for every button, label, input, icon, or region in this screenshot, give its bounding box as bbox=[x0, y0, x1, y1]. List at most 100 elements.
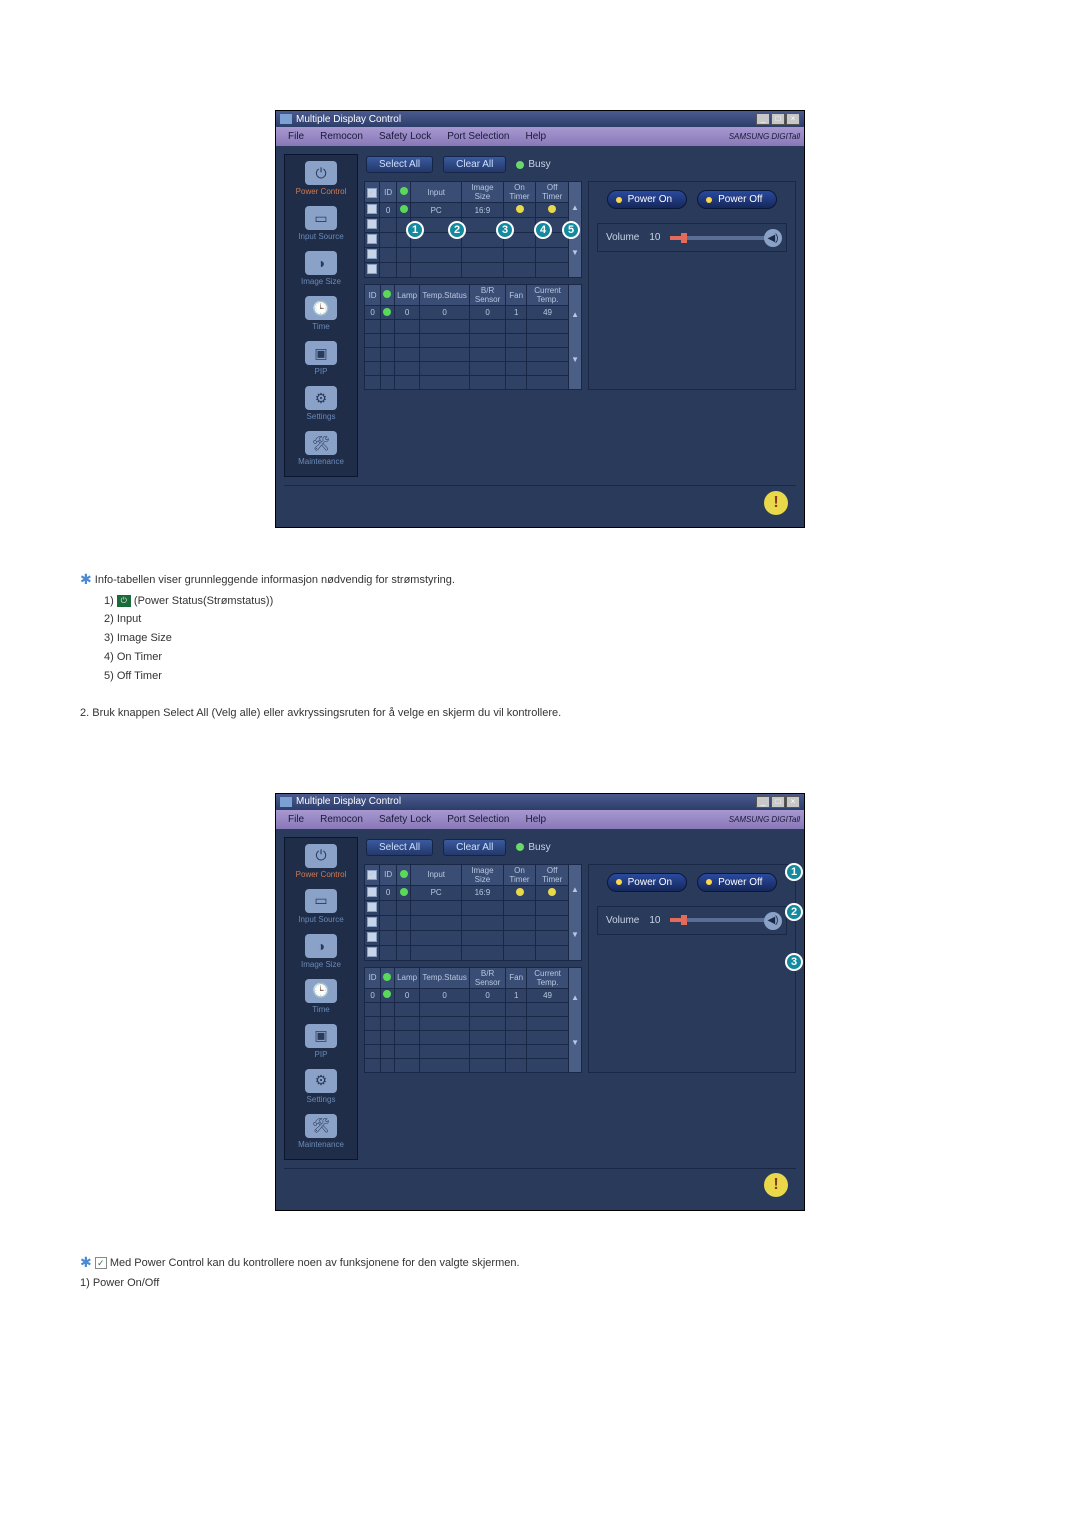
sidebar-item-image-size[interactable]: ◑Image Size bbox=[289, 249, 353, 292]
speaker-icon[interactable]: ◀) bbox=[764, 229, 782, 247]
menu-port-selection[interactable]: Port Selection bbox=[439, 129, 517, 144]
row-check[interactable] bbox=[367, 917, 377, 927]
row-check[interactable] bbox=[367, 219, 377, 229]
sidebar-item-maintenance[interactable]: 🛠Maintenance bbox=[289, 1112, 353, 1155]
callout-1: 1 bbox=[406, 221, 424, 239]
cell-off-timer bbox=[536, 203, 569, 218]
bullet-icon bbox=[706, 197, 712, 203]
close-button[interactable]: × bbox=[786, 113, 800, 125]
power-off-button[interactable]: Power Off bbox=[697, 873, 777, 892]
row-check[interactable] bbox=[367, 932, 377, 942]
volume-slider[interactable] bbox=[670, 236, 778, 240]
sidebar-item-maintenance[interactable]: 🛠Maintenance bbox=[289, 429, 353, 472]
cell-off-timer bbox=[536, 885, 569, 900]
row-check[interactable] bbox=[367, 902, 377, 912]
sidebar-item-input-source[interactable]: ▭Input Source bbox=[289, 204, 353, 247]
row-check[interactable] bbox=[367, 947, 377, 957]
row-check[interactable] bbox=[367, 264, 377, 274]
menu-port-selection[interactable]: Port Selection bbox=[439, 812, 517, 827]
sidebar-item-label: Power Control bbox=[296, 187, 347, 196]
sidebar-item-settings[interactable]: ⚙Settings bbox=[289, 384, 353, 427]
check-all[interactable]: ✓ bbox=[367, 188, 377, 198]
volume-value: 10 bbox=[649, 232, 660, 243]
minimize-button[interactable]: _ bbox=[756, 113, 770, 125]
cell-id: 0 bbox=[365, 306, 381, 320]
check-all[interactable]: ✓ bbox=[367, 870, 377, 880]
sidebar-item-settings[interactable]: ⚙Settings bbox=[289, 1067, 353, 1110]
th-input: Input bbox=[411, 864, 462, 885]
power-on-button[interactable]: Power On bbox=[607, 190, 687, 209]
select-all-button[interactable]: Select All bbox=[366, 156, 433, 173]
settings-icon: ⚙ bbox=[305, 386, 337, 410]
table-row[interactable]: 0 0 0 0 1 49 bbox=[365, 988, 582, 1002]
sidebar-item-pip[interactable]: ▣PIP bbox=[289, 339, 353, 382]
menu-file[interactable]: File bbox=[280, 129, 312, 144]
row-check[interactable] bbox=[367, 204, 377, 214]
table-row[interactable]: 0 PC 16:9 bbox=[365, 885, 582, 900]
t2-intro: Med Power Control kan du kontrollere noe… bbox=[107, 1256, 520, 1268]
power-off-button[interactable]: Power Off bbox=[697, 190, 777, 209]
power-panel: Power On Power Off Volume 10 ◀) 1 2 3 bbox=[588, 864, 796, 1073]
th-lamp: Lamp bbox=[394, 967, 420, 988]
table-row[interactable]: 0 PC 16:9 bbox=[365, 203, 582, 218]
volume-slider[interactable] bbox=[670, 918, 778, 922]
th-temp-status: Temp.Status bbox=[420, 967, 469, 988]
th-id: ID bbox=[365, 967, 381, 988]
clear-all-button[interactable]: Clear All bbox=[443, 156, 506, 173]
menu-help[interactable]: Help bbox=[517, 812, 554, 827]
timer-dot-icon bbox=[548, 205, 556, 213]
volume-label: Volume bbox=[606, 915, 639, 926]
callout-3: 3 bbox=[496, 221, 514, 239]
app-icon bbox=[280, 797, 292, 807]
busy-dot-icon bbox=[516, 161, 524, 169]
doc-text-2: ✱ ✓ Med Power Control kan du kontrollere… bbox=[80, 1251, 1010, 1293]
info-table: ✓ ID Input Image Size On Timer Off Timer… bbox=[364, 864, 582, 961]
status-bar: ! bbox=[284, 1168, 796, 1202]
clear-all-button[interactable]: Clear All bbox=[443, 839, 506, 856]
menu-safety-lock[interactable]: Safety Lock bbox=[371, 129, 439, 144]
close-button[interactable]: × bbox=[786, 796, 800, 808]
t2-l1: 1) Power On/Off bbox=[80, 1274, 1010, 1293]
t1-l1b: (Power Status(Strømstatus)) bbox=[131, 595, 273, 607]
titlebar: Multiple Display Control _ □ × bbox=[276, 794, 804, 810]
row-check[interactable] bbox=[367, 887, 377, 897]
maximize-button[interactable]: □ bbox=[771, 796, 785, 808]
menu-help[interactable]: Help bbox=[517, 129, 554, 144]
th-off-timer: Off Timer bbox=[536, 182, 569, 203]
menu-safety-lock[interactable]: Safety Lock bbox=[371, 812, 439, 827]
size-icon: ◑ bbox=[305, 934, 337, 958]
sidebar: ⏻Power Control ▭Input Source ◑Image Size… bbox=[284, 837, 358, 1160]
minimize-button[interactable]: _ bbox=[756, 796, 770, 808]
th-current-temp: Current Temp. bbox=[527, 967, 569, 988]
app-icon bbox=[280, 114, 292, 124]
status-dot-icon bbox=[383, 308, 391, 316]
cell-id: 0 bbox=[380, 885, 397, 900]
sidebar-item-power-control[interactable]: ⏻Power Control bbox=[289, 159, 353, 202]
table-row[interactable]: 0 0 0 0 1 49 bbox=[365, 306, 582, 320]
sidebar-item-input-source[interactable]: ▭Input Source bbox=[289, 887, 353, 930]
maintenance-icon: 🛠 bbox=[305, 1114, 337, 1138]
th-temp-status: Temp.Status bbox=[420, 285, 469, 306]
sidebar-item-time[interactable]: 🕒Time bbox=[289, 977, 353, 1020]
maximize-button[interactable]: □ bbox=[771, 113, 785, 125]
volume-panel: Volume 10 ◀) bbox=[597, 223, 787, 252]
cell-br: 0 bbox=[469, 988, 505, 1002]
star-icon: ✱ bbox=[80, 1254, 92, 1270]
select-all-button[interactable]: Select All bbox=[366, 839, 433, 856]
row-check[interactable] bbox=[367, 249, 377, 259]
menu-remocon[interactable]: Remocon bbox=[312, 812, 371, 827]
sidebar-item-time[interactable]: 🕒Time bbox=[289, 294, 353, 337]
th-lamp: Lamp bbox=[394, 285, 420, 306]
sidebar-item-pip[interactable]: ▣PIP bbox=[289, 1022, 353, 1065]
scrollbar[interactable]: ▲▼ bbox=[569, 864, 582, 960]
th-current-temp: Current Temp. bbox=[527, 285, 569, 306]
sidebar-item-image-size[interactable]: ◑Image Size bbox=[289, 932, 353, 975]
scrollbar[interactable]: ▲▼ bbox=[569, 285, 582, 390]
scrollbar[interactable]: ▲▼ bbox=[569, 967, 582, 1072]
power-on-button[interactable]: Power On bbox=[607, 873, 687, 892]
sidebar-item-power-control[interactable]: ⏻Power Control bbox=[289, 842, 353, 885]
speaker-icon[interactable]: ◀) bbox=[764, 912, 782, 930]
menu-remocon[interactable]: Remocon bbox=[312, 129, 371, 144]
menu-file[interactable]: File bbox=[280, 812, 312, 827]
row-check[interactable] bbox=[367, 234, 377, 244]
